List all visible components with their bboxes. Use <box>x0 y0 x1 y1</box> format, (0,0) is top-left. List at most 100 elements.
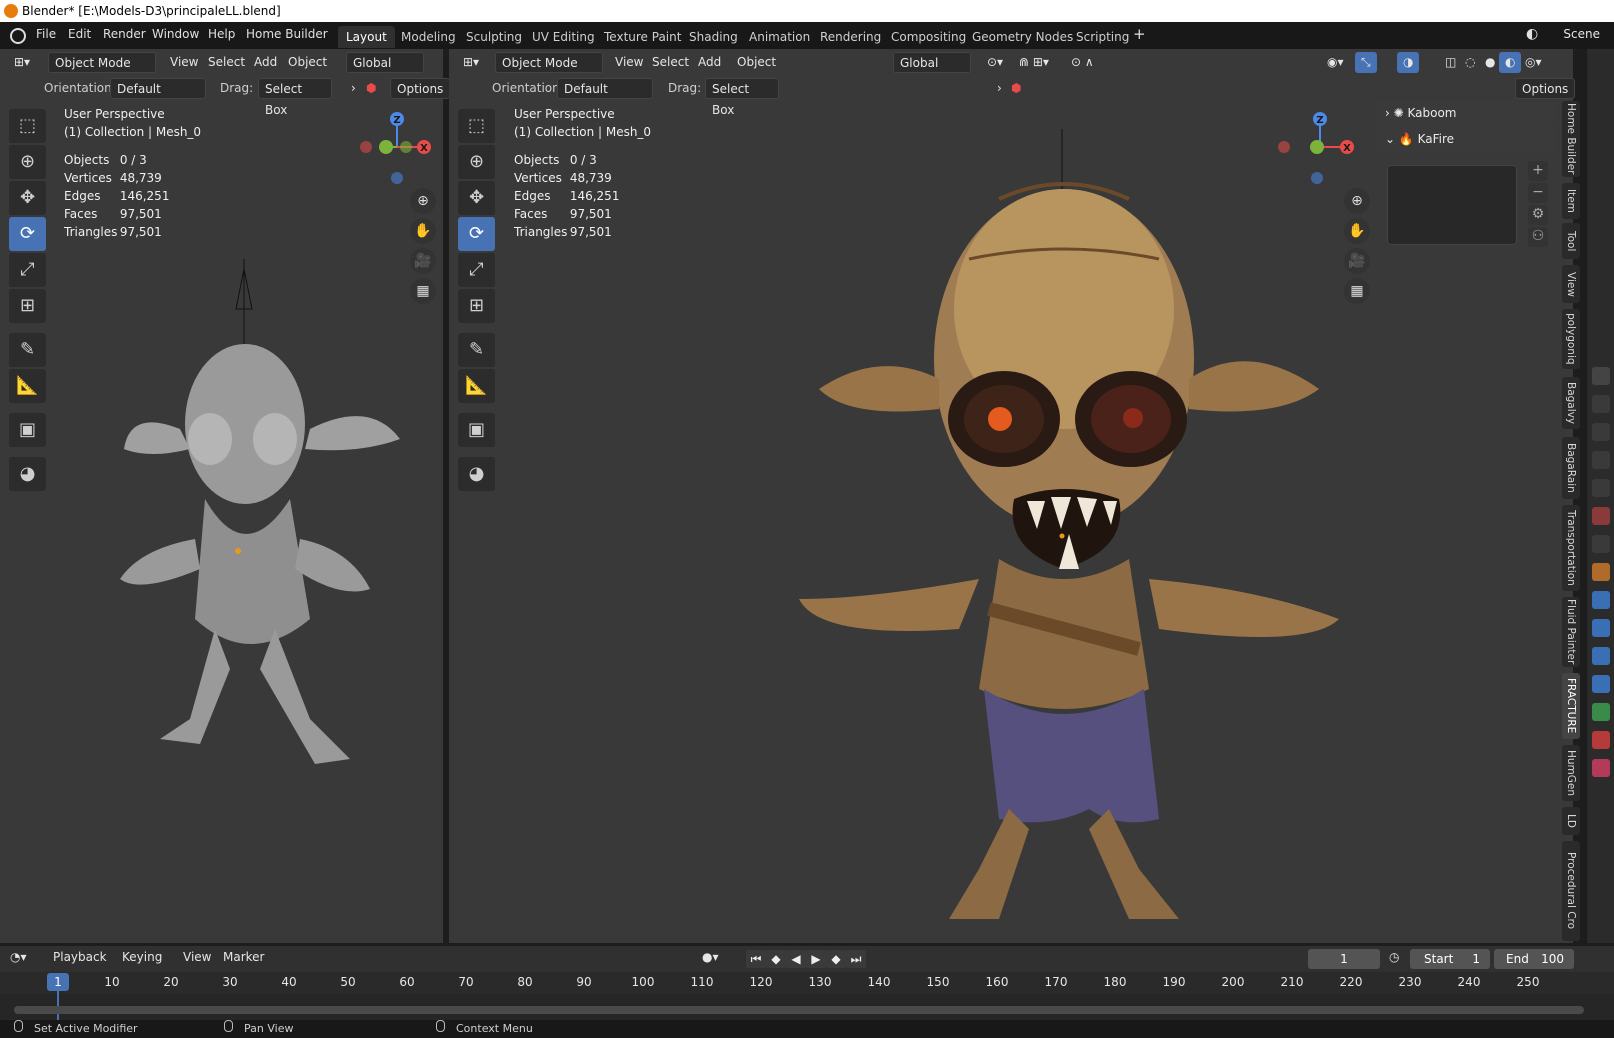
grid-perspective-icon[interactable]: ▦ <box>1344 278 1370 304</box>
tab-uv-editing[interactable]: UV Editing <box>524 26 603 48</box>
prev-keyframe-icon[interactable]: ◆ <box>766 950 786 968</box>
tab-sculpting[interactable]: Sculpting <box>458 26 530 48</box>
props-modifier-icon[interactable] <box>1592 591 1610 609</box>
proportional-edit-icon[interactable]: ⊙ ∧ <box>1065 52 1100 73</box>
menu-playback[interactable]: Playback <box>53 950 107 964</box>
next-keyframe-icon[interactable]: ◆ <box>826 950 846 968</box>
frame-ruler[interactable]: 10 20 30 40 50 60 70 80 90 100 110 120 1… <box>0 972 1614 994</box>
navigation-gizmo[interactable]: Z X <box>352 107 442 197</box>
options-button[interactable]: Options <box>390 78 451 99</box>
sidebar-tab-polygoniq[interactable]: polygoniq <box>1562 309 1580 369</box>
menu-file[interactable]: File <box>36 27 56 41</box>
color-cube-icon[interactable]: ⬢ <box>1005 78 1027 99</box>
timeline-scrollbar[interactable] <box>14 1006 1584 1014</box>
grid-perspective-icon[interactable]: ▦ <box>410 278 436 304</box>
scene-selector[interactable]: Scene <box>1563 27 1600 41</box>
tab-geometry-nodes[interactable]: Geometry Nodes <box>964 26 1081 48</box>
orientation-select[interactable]: Default <box>557 78 653 99</box>
drag-select[interactable]: Select Box <box>258 78 332 117</box>
menu-edit[interactable]: Edit <box>68 27 91 41</box>
add-workspace-icon[interactable]: + <box>1133 25 1146 43</box>
add-cube-icon[interactable]: ▣ <box>458 413 495 447</box>
viewport-left[interactable]: ⊞▾ Object Mode View Select Add Object Gl… <box>0 49 451 943</box>
rotate-icon[interactable]: ⟳ <box>458 217 495 251</box>
sidebar-tab-bagalvy[interactable]: Bagalvy <box>1562 377 1580 429</box>
tab-rendering[interactable]: Rendering <box>812 26 889 48</box>
tab-scripting[interactable]: Scripting <box>1068 26 1137 48</box>
mode-selector[interactable]: Object Mode <box>48 52 156 73</box>
menu-object[interactable]: Object <box>731 52 782 73</box>
blender-menu-icon[interactable] <box>10 28 26 44</box>
transform-orientation-select[interactable]: Global <box>346 52 424 73</box>
camera-icon[interactable]: 🎥 <box>410 248 436 274</box>
tab-animation[interactable]: Animation <box>741 26 818 48</box>
playhead-frame[interactable]: 1 <box>47 973 69 991</box>
panel-kaboom[interactable]: › ✺ Kaboom <box>1375 101 1555 125</box>
menu-select[interactable]: Select <box>202 52 251 73</box>
props-tool-icon[interactable] <box>1592 367 1610 385</box>
list-remove-icon[interactable]: − <box>1528 183 1548 203</box>
sidebar-tab-fluid-painter[interactable]: Fluid Painter <box>1562 597 1580 667</box>
menu-add[interactable]: Add <box>248 52 283 73</box>
snap-icon[interactable]: ⋒ ⊞▾ <box>1013 52 1055 73</box>
sidebar-tab-transportation[interactable]: Transportation <box>1562 505 1580 591</box>
props-object-icon[interactable] <box>1592 563 1610 581</box>
tab-layout[interactable]: Layout <box>338 26 395 48</box>
sidebar-tab-bagarain[interactable]: BagaRain <box>1562 437 1580 499</box>
props-world-icon[interactable] <box>1592 507 1610 525</box>
sidebar-tab-item[interactable]: Item <box>1562 183 1580 219</box>
drag-select[interactable]: Select Box <box>705 78 779 117</box>
annotate-icon[interactable]: ✎ <box>9 333 46 367</box>
camera-icon[interactable]: 🎥 <box>1344 248 1370 274</box>
menu-select[interactable]: Select <box>646 52 695 73</box>
orientation-select[interactable]: Default <box>110 78 206 99</box>
tab-compositing[interactable]: Compositing <box>883 26 974 48</box>
jump-end-icon[interactable]: ⏭ <box>846 950 866 968</box>
menu-view[interactable]: View <box>183 950 211 964</box>
sidebar-tab-view[interactable]: View <box>1562 265 1580 303</box>
props-scene-icon[interactable] <box>1592 479 1610 497</box>
props-particles-icon[interactable] <box>1592 619 1610 637</box>
transform-icon[interactable]: ⊞ <box>9 289 46 323</box>
measure-icon[interactable]: 📐 <box>458 369 495 403</box>
select-box-icon[interactable]: ⬚ <box>9 109 46 143</box>
scale-icon[interactable]: ⤢ <box>458 253 495 287</box>
props-view-layer-icon[interactable] <box>1592 451 1610 469</box>
menu-keying[interactable]: Keying <box>122 950 162 964</box>
select-box-icon[interactable]: ⬚ <box>458 109 495 143</box>
menu-home-builder[interactable]: Home Builder <box>246 27 328 41</box>
cursor-icon[interactable]: ⊕ <box>458 145 495 179</box>
jump-start-icon[interactable]: ⏮ <box>746 950 766 968</box>
play-reverse-icon[interactable]: ◀ <box>786 950 806 968</box>
add-cube-icon[interactable]: ▣ <box>9 413 46 447</box>
current-frame-field[interactable]: 1 <box>1308 949 1380 969</box>
sidebar-tab-tool[interactable]: Tool <box>1562 223 1580 259</box>
viewport-right[interactable]: ⊞▾ Object Mode View Select Add Object Gl… <box>449 49 1576 943</box>
clock-icon[interactable]: ◷ <box>1389 950 1399 964</box>
visibility-icon[interactable]: ◉▾ <box>1321 52 1350 73</box>
play-icon[interactable]: ▶ <box>806 950 826 968</box>
menu-marker[interactable]: Marker <box>223 950 264 964</box>
move-icon[interactable]: ✥ <box>9 181 46 215</box>
timeline-editor-icon[interactable]: ◔▾ <box>10 950 27 964</box>
props-collection-icon[interactable] <box>1592 535 1610 553</box>
zoom-icon[interactable]: ⊕ <box>1344 188 1370 214</box>
panel-kafire[interactable]: ⌄ 🔥 KaFire <box>1375 127 1555 151</box>
kafire-list[interactable] <box>1387 165 1517 245</box>
scale-icon[interactable]: ⤢ <box>9 253 46 287</box>
scene-icon[interactable]: ◐ <box>1526 26 1538 42</box>
editor-type-icon[interactable]: ⊞▾ <box>8 52 36 73</box>
list-group-icon[interactable]: ⚙ <box>1528 205 1548 225</box>
editor-type-icon[interactable]: ⊞▾ <box>457 52 485 73</box>
options-button[interactable]: Options <box>1515 78 1576 99</box>
list-add-icon[interactable]: + <box>1528 161 1548 181</box>
record-icon[interactable]: ●▾ <box>702 950 719 964</box>
menu-help[interactable]: Help <box>208 27 235 41</box>
shading-rendered-icon[interactable]: ◎▾ <box>1519 52 1548 73</box>
start-frame-field[interactable]: Start 1 <box>1410 949 1490 969</box>
props-constraints-icon[interactable] <box>1592 675 1610 693</box>
menu-add[interactable]: Add <box>692 52 727 73</box>
pan-hand-icon[interactable]: ✋ <box>1344 218 1370 244</box>
menu-window[interactable]: Window <box>152 27 199 41</box>
move-icon[interactable]: ✥ <box>458 181 495 215</box>
